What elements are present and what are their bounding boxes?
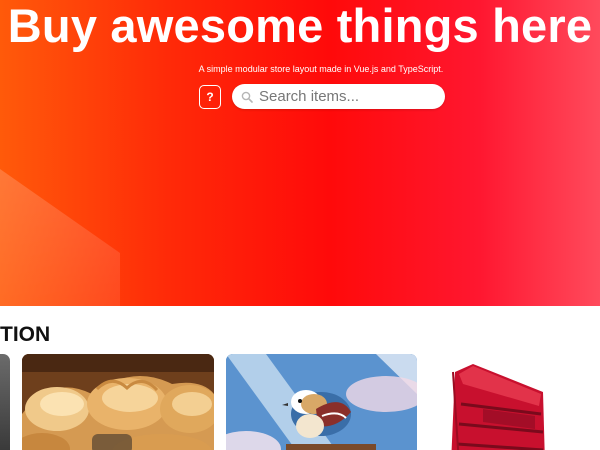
hero-subtitle: A simple modular store layout made in Vu…: [198, 64, 444, 74]
product-card-bread[interactable]: [22, 354, 214, 450]
cake-slice-image: [433, 354, 567, 450]
search-input[interactable]: [259, 88, 434, 105]
search-box[interactable]: [232, 84, 445, 109]
hero-sheen-decoration: [0, 126, 120, 306]
product-card-partial[interactable]: [0, 354, 10, 450]
section-heading: TION: [0, 323, 51, 346]
help-button[interactable]: ?: [199, 85, 221, 109]
product-card-bird[interactable]: [226, 354, 417, 450]
search-icon: [241, 91, 253, 103]
product-row: [0, 354, 600, 450]
hero-title: Buy awesome things here: [7, 0, 593, 52]
product-card-cake[interactable]: [433, 354, 567, 450]
bird-illustration-image: [226, 354, 417, 450]
bread-pastries-image: [22, 354, 214, 450]
help-button-label: ?: [206, 90, 214, 104]
hero-banner: Buy awesome things here A simple modular…: [0, 0, 600, 306]
